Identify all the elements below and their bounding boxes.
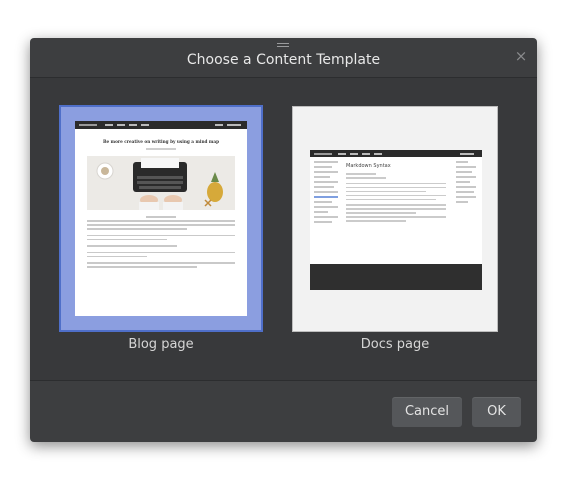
blog-template-thumbnail[interactable]: Be more creative on writing by using a m… [59, 105, 263, 332]
docs-sidebar [314, 161, 338, 226]
choose-template-dialog: Choose a Content Template × Be more crea… [30, 38, 537, 442]
close-icon[interactable]: × [513, 48, 529, 64]
cancel-button[interactable]: Cancel [392, 397, 462, 427]
docs-template-thumbnail[interactable]: Markdown Syntax [292, 106, 498, 332]
typewriter-image [87, 156, 235, 210]
docs-page-preview: Markdown Syntax [310, 150, 482, 290]
docs-preview-heading: Markdown Syntax [346, 163, 391, 169]
docs-toc [456, 161, 476, 206]
template-label-blog[interactable]: Blog page [81, 337, 241, 352]
preview-navbar [310, 150, 482, 157]
template-label-docs[interactable]: Docs page [315, 337, 475, 352]
drag-handle[interactable] [277, 43, 289, 49]
dialog-title: Choose a Content Template [186, 52, 381, 68]
blog-page-preview: Be more creative on writing by using a m… [75, 121, 247, 316]
ok-button[interactable]: OK [472, 397, 521, 427]
blog-preview-heading: Be more creative on writing by using a m… [102, 139, 220, 144]
footer-divider [30, 380, 537, 381]
docs-content: Markdown Syntax [346, 163, 446, 224]
preview-navbar [75, 121, 247, 129]
docs-footer [310, 264, 482, 290]
